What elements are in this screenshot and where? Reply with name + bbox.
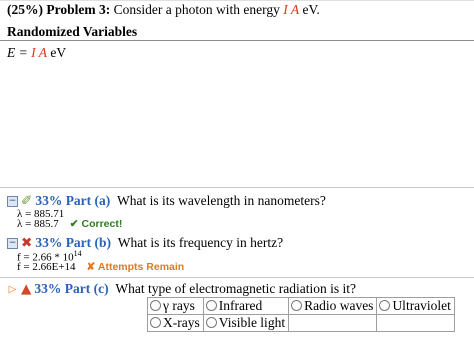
choice-empty-cell	[288, 314, 378, 332]
radio-button[interactable]	[205, 300, 217, 311]
part-b-collapse-toggle[interactable]: −	[7, 237, 18, 249]
choice-label: Infrared	[218, 298, 263, 313]
choice-ultraviolet[interactable]: Ultraviolet	[376, 297, 455, 315]
radio-button[interactable]	[150, 300, 161, 311]
choices-row-2: X-rays Visible light	[147, 314, 455, 332]
choices-row-1: γ rays Infrared Radio waves Ultraviolet	[147, 297, 455, 315]
part-a-answer-2-text: λ = 885.7	[17, 218, 59, 230]
part-a-answer-2: λ = 885.7 ✔ Correct!	[17, 218, 122, 230]
problem-header: (25%) Problem 3: Consider a photon with …	[7, 2, 320, 18]
choice-label: Radio waves	[304, 298, 374, 313]
radio-button[interactable]	[205, 317, 217, 328]
problem-variable: I A	[283, 2, 300, 17]
randomized-variable-energy: E = I A eV	[7, 45, 66, 61]
choice-label: Ultraviolet	[392, 298, 451, 313]
part-a-question: What is its wavelength in nanometers?	[117, 193, 326, 208]
choice-label: X-rays	[163, 315, 200, 330]
choice-gamma-rays[interactable]: γ rays	[147, 297, 204, 315]
choice-visible-light[interactable]: Visible light	[202, 314, 290, 332]
part-c-expand-toggle[interactable]: ▷	[7, 283, 18, 295]
top-border	[0, 0, 474, 1]
part-a-header: − ✐ 33% Part (a) What is its wavelength …	[7, 193, 326, 209]
choice-x-rays[interactable]: X-rays	[147, 314, 204, 332]
problem-percent: (25%)	[7, 2, 43, 17]
part-a-percent: 33%	[35, 193, 63, 208]
part-b-answer-2: f = 2.66E+14 ✘ Attempts Remain	[17, 261, 184, 273]
part-a-correct-badge: ✔ Correct!	[69, 218, 123, 230]
problem-text: Consider a photon with energy	[113, 2, 280, 17]
part-c-percent: 33%	[34, 281, 62, 296]
choice-empty-cell	[376, 314, 455, 332]
problem-label: Problem 3:	[46, 2, 111, 17]
choice-label: Visible light	[218, 315, 286, 330]
choice-infrared[interactable]: Infrared	[202, 297, 290, 315]
part-c-label: Part (c)	[64, 281, 109, 296]
part-a-collapse-toggle[interactable]: −	[7, 195, 18, 207]
randomized-variables-title: Randomized Variables	[7, 24, 138, 39]
radio-button[interactable]	[379, 300, 391, 311]
parts-divider	[0, 187, 474, 188]
choice-radio-waves[interactable]: Radio waves	[288, 297, 378, 315]
energy-variable: I A	[31, 45, 47, 60]
radio-button[interactable]	[291, 300, 303, 311]
part-a-label: Part (a)	[65, 193, 111, 208]
problem-unit: eV.	[302, 2, 320, 17]
energy-equation-left: E =	[7, 45, 28, 60]
radiation-choices-table: γ rays Infrared Radio waves Ultraviolet …	[147, 297, 455, 332]
radio-button[interactable]	[150, 317, 161, 328]
part-b-answer-1-exponent: 14	[73, 249, 82, 258]
part-c-question: What type of electromagnetic radiation i…	[115, 281, 357, 296]
energy-unit: eV	[50, 45, 67, 60]
check-pencil-icon: ✐	[21, 193, 33, 209]
part-c-header: ▷ ▲ 33% Part (c) What type of electromag…	[7, 281, 356, 297]
part-b-attempts-badge: ✘ Attempts Remain	[86, 261, 185, 273]
part-c-divider	[0, 277, 474, 278]
part-b-question: What is its frequency in hertz?	[117, 235, 284, 250]
choice-label: γ rays	[163, 298, 195, 313]
section-divider	[0, 40, 474, 41]
part-b-answer-2-text: f = 2.66E+14	[17, 261, 76, 273]
warning-triangle-icon: ▲	[21, 281, 32, 297]
